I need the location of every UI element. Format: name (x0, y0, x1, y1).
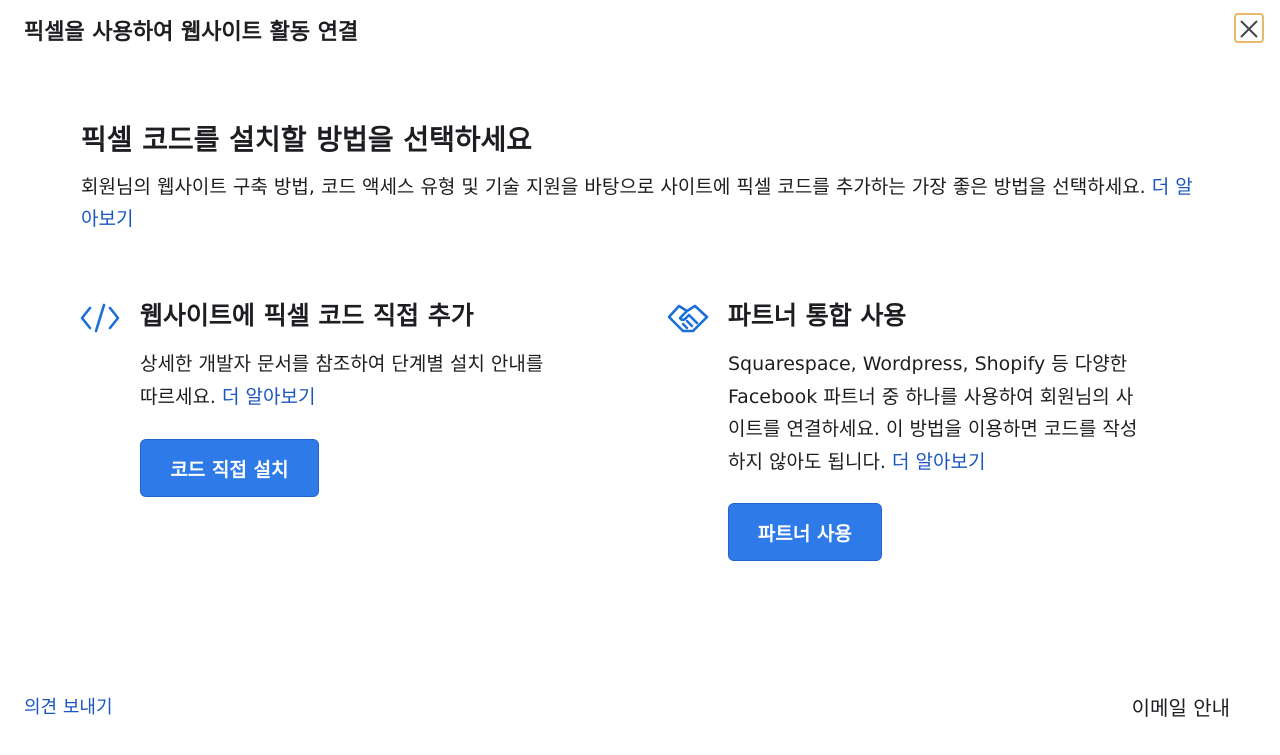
option-partner-learn-more-link[interactable]: 더 알아보기 (892, 451, 985, 473)
use-partner-button[interactable]: 파트너 사용 (728, 503, 882, 561)
send-feedback-link[interactable]: 의견 보내기 (24, 693, 113, 719)
option-manual-title: 웹사이트에 픽셀 코드 직접 추가 (140, 301, 474, 330)
code-icon (80, 303, 120, 333)
handshake-icon (667, 304, 709, 333)
option-partner-title: 파트너 통합 사용 (728, 301, 907, 330)
email-instructions-link[interactable]: 이메일 안내 (1132, 692, 1230, 721)
main-description: 회원님의 웹사이트 구축 방법, 코드 액세스 유형 및 기술 지원을 바탕으로… (81, 171, 1206, 235)
pixel-setup-dialog: 픽셀을 사용하여 웹사이트 활동 연결 픽셀 코드를 설치할 방법을 선택하세요… (0, 0, 1280, 755)
option-manual-learn-more-link[interactable]: 더 알아보기 (222, 386, 315, 408)
option-partner-description: Squarespace, Wordpress, Shopify 등 다양한 Fa… (728, 348, 1148, 478)
close-icon (1240, 20, 1258, 38)
main-description-text: 회원님의 웹사이트 구축 방법, 코드 액세스 유형 및 기술 지원을 바탕으로… (81, 176, 1146, 198)
close-button[interactable] (1234, 13, 1264, 43)
option-manual-description-text: 상세한 개발자 문서를 참조하여 단계별 설치 안내를 따르세요. (140, 353, 544, 408)
main-heading: 픽셀 코드를 설치할 방법을 선택하세요 (81, 123, 533, 156)
option-manual-description: 상세한 개발자 문서를 참조하여 단계별 설치 안내를 따르세요. 더 알아보기 (140, 348, 560, 413)
install-code-manually-button[interactable]: 코드 직접 설치 (140, 439, 319, 497)
dialog-title: 픽셀을 사용하여 웹사이트 활동 연결 (24, 20, 359, 45)
